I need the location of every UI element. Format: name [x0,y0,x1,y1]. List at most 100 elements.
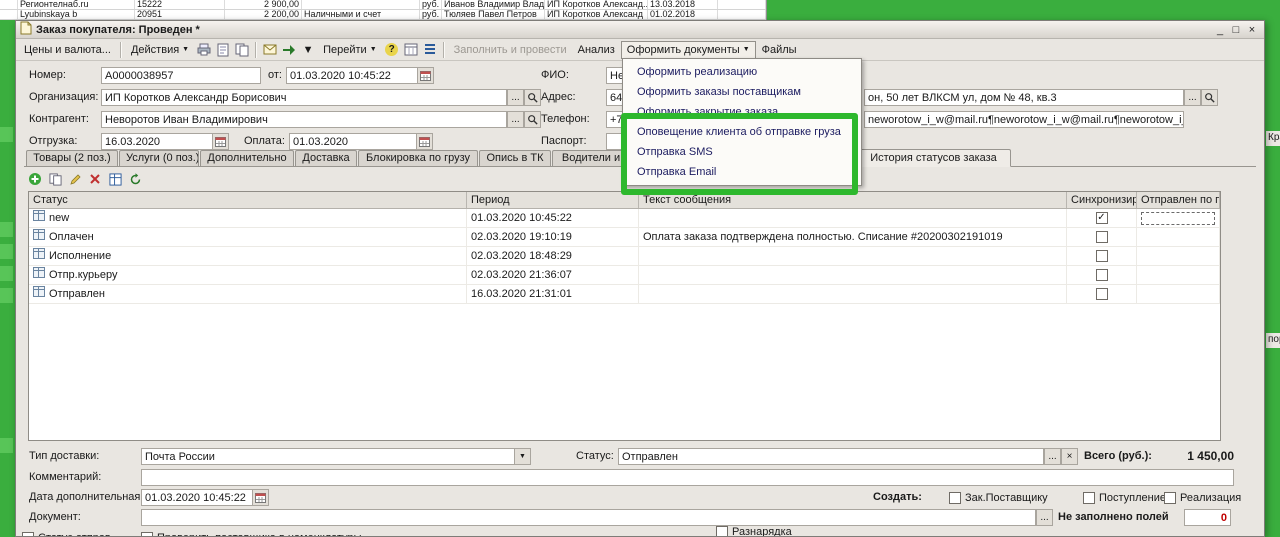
bg-cell: Наличными и счет [302,10,420,19]
tab-additional[interactable]: Дополнительно [200,150,294,166]
table-row[interactable]: new 01.03.2020 10:45:22 ✓ [29,209,1220,228]
tab-delivery[interactable]: Доставка [295,150,357,166]
column-synced[interactable]: Синхронизиров... [1067,192,1137,208]
analysis-button[interactable]: Анализ [573,42,620,58]
minimize-button[interactable]: _ [1212,23,1228,37]
tab-services[interactable]: Услуги (0 поз.) [119,150,199,166]
shipping-date-field[interactable]: 16.03.2020 [101,133,229,150]
copy-row-icon[interactable] [46,170,64,188]
delete-row-icon[interactable] [86,170,104,188]
structure-icon[interactable] [421,41,439,59]
column-period[interactable]: Период [467,192,639,208]
address-open-icon[interactable] [1201,89,1218,106]
grid-settings-icon[interactable] [106,170,124,188]
organization-open-icon[interactable] [524,89,541,106]
comment-field[interactable] [141,469,1234,486]
organization-field[interactable]: ИП Коротков Александр Борисович [101,89,507,106]
table-row[interactable]: Оплачен 02.03.2020 19:10:19 Оплата заказ… [29,228,1220,247]
payment-date-field[interactable]: 01.03.2020 [289,133,433,150]
toolbar-separator [120,42,122,58]
fill-and-post-button[interactable]: Заполнить и провести [449,42,572,58]
calendar-icon[interactable] [212,134,228,149]
organization-select-button[interactable]: ... [507,89,524,106]
close-button[interactable]: × [1244,23,1260,37]
add-row-icon[interactable] [26,170,44,188]
column-status[interactable]: Статус [29,192,467,208]
menu-item-make-realization[interactable]: Оформить реализацию [623,62,861,82]
email-field[interactable]: neworotow_i_w@mail.ru¶neworotow_i_w@mail… [864,111,1184,128]
contragent-open-icon[interactable] [524,111,541,128]
status-label: Статус: [576,448,614,465]
delivery-type-label: Тип доставки: [29,448,99,465]
prices-currency-button[interactable]: Цены и валюта... [19,42,116,58]
mail-icon[interactable] [261,41,279,59]
actions-button[interactable]: Действия▼ [126,42,194,58]
background-table: Регионтелнаб.ru 15222 2 900,00 руб. Иван… [0,0,767,20]
menu-item-make-supplier-orders[interactable]: Оформить заказы поставщикам [623,82,861,102]
extra-date-field[interactable]: 01.03.2020 10:45:22 [141,489,269,506]
synced-checkbox[interactable] [1096,269,1108,281]
files-button[interactable]: Файлы [757,42,802,58]
address-select-button[interactable]: ... [1184,89,1201,106]
table-row[interactable]: Отпр.курьеру 02.03.2020 21:36:07 [29,266,1220,285]
bg-cell: руб. [420,0,442,9]
maximize-button[interactable]: □ [1228,23,1244,37]
send-icon[interactable] [280,41,298,59]
help-icon[interactable]: ? [383,41,401,59]
raznaryadka-checkbox[interactable]: Разнарядка [716,524,792,537]
tab-cargo-block[interactable]: Блокировка по грузу [358,150,478,166]
goto-button[interactable]: Перейти▼ [318,42,382,58]
address-field-right[interactable]: он, 50 лет ВЛКСМ ул, дом № 48, кв.3 [864,89,1184,106]
make-documents-button[interactable]: Оформить документы▼ [621,41,756,59]
contragent-field[interactable]: Неворотов Иван Владимирович [101,111,507,128]
period-cell: 02.03.2020 19:10:19 [467,228,639,246]
document-icon [20,21,32,38]
number-field[interactable]: А0000038957 [101,67,261,84]
number-label: Номер: [29,67,66,84]
create-supplier-order-checkbox[interactable]: Зак.Поставщику [949,490,1048,506]
table-row[interactable]: Исполнение 02.03.2020 18:48:29 [29,247,1220,266]
bg-cell: 13.03.2018 [648,0,718,9]
tab-goods[interactable]: Товары (2 поз.) [26,150,118,166]
tab-drivers[interactable]: Водители и [552,150,630,166]
tab-status-history[interactable]: История статусов заказа [856,149,1011,167]
document-field[interactable] [141,509,1036,526]
status-field[interactable]: Отправлен [618,448,1044,465]
create-realization-checkbox[interactable]: Реализация [1164,490,1241,506]
calendar-icon[interactable] [417,68,433,83]
toolbar-separator [443,42,445,58]
edit-row-icon[interactable] [66,170,84,188]
document-select-button[interactable]: ... [1036,509,1053,526]
date-field[interactable]: 01.03.2020 10:45:22 [286,67,434,84]
synced-checkbox[interactable]: ✓ [1096,212,1108,224]
check-supplier-checkbox[interactable]: Проверить поставщика в номенклатуры [141,530,362,537]
preview-icon[interactable] [214,41,232,59]
table-row[interactable]: Отправлен 16.03.2020 21:31:01 [29,285,1220,304]
focus-cell [1141,212,1215,225]
create-receipt-checkbox[interactable]: Поступление [1083,490,1166,506]
tab-tk-list[interactable]: Опись в ТК [479,150,551,166]
calendar-icon[interactable] [416,134,432,149]
contragent-select-button[interactable]: ... [507,111,524,128]
calendar-icon[interactable] [252,490,268,505]
chevron-down-icon[interactable]: ▼ [514,449,530,464]
synced-checkbox[interactable] [1096,250,1108,262]
status-send-checkbox[interactable]: Статус отправ [22,530,111,537]
status-cell: Оплачен [49,228,94,246]
more-actions-icon[interactable]: ▼ [299,41,317,59]
column-sent[interactable]: Отправлен по п... [1137,192,1220,208]
synced-checkbox[interactable] [1096,288,1108,300]
copy-icon[interactable] [233,41,251,59]
refresh-icon[interactable] [126,170,144,188]
shipping-label: Отгрузка: [29,133,77,150]
table-row: Lyubinskaya b 20951 2 200,00 Наличными и… [0,10,766,20]
background-highlight [0,127,13,142]
report-icon[interactable] [402,41,420,59]
status-select-button[interactable]: ... [1044,448,1061,465]
period-cell: 01.03.2020 10:45:22 [467,209,639,227]
status-history-table: Статус Период Текст сообщения Синхронизи… [28,191,1221,441]
delivery-type-select[interactable]: Почта России ▼ [141,448,531,465]
print-icon[interactable] [195,41,213,59]
status-clear-button[interactable]: × [1061,448,1078,465]
synced-checkbox[interactable] [1096,231,1108,243]
